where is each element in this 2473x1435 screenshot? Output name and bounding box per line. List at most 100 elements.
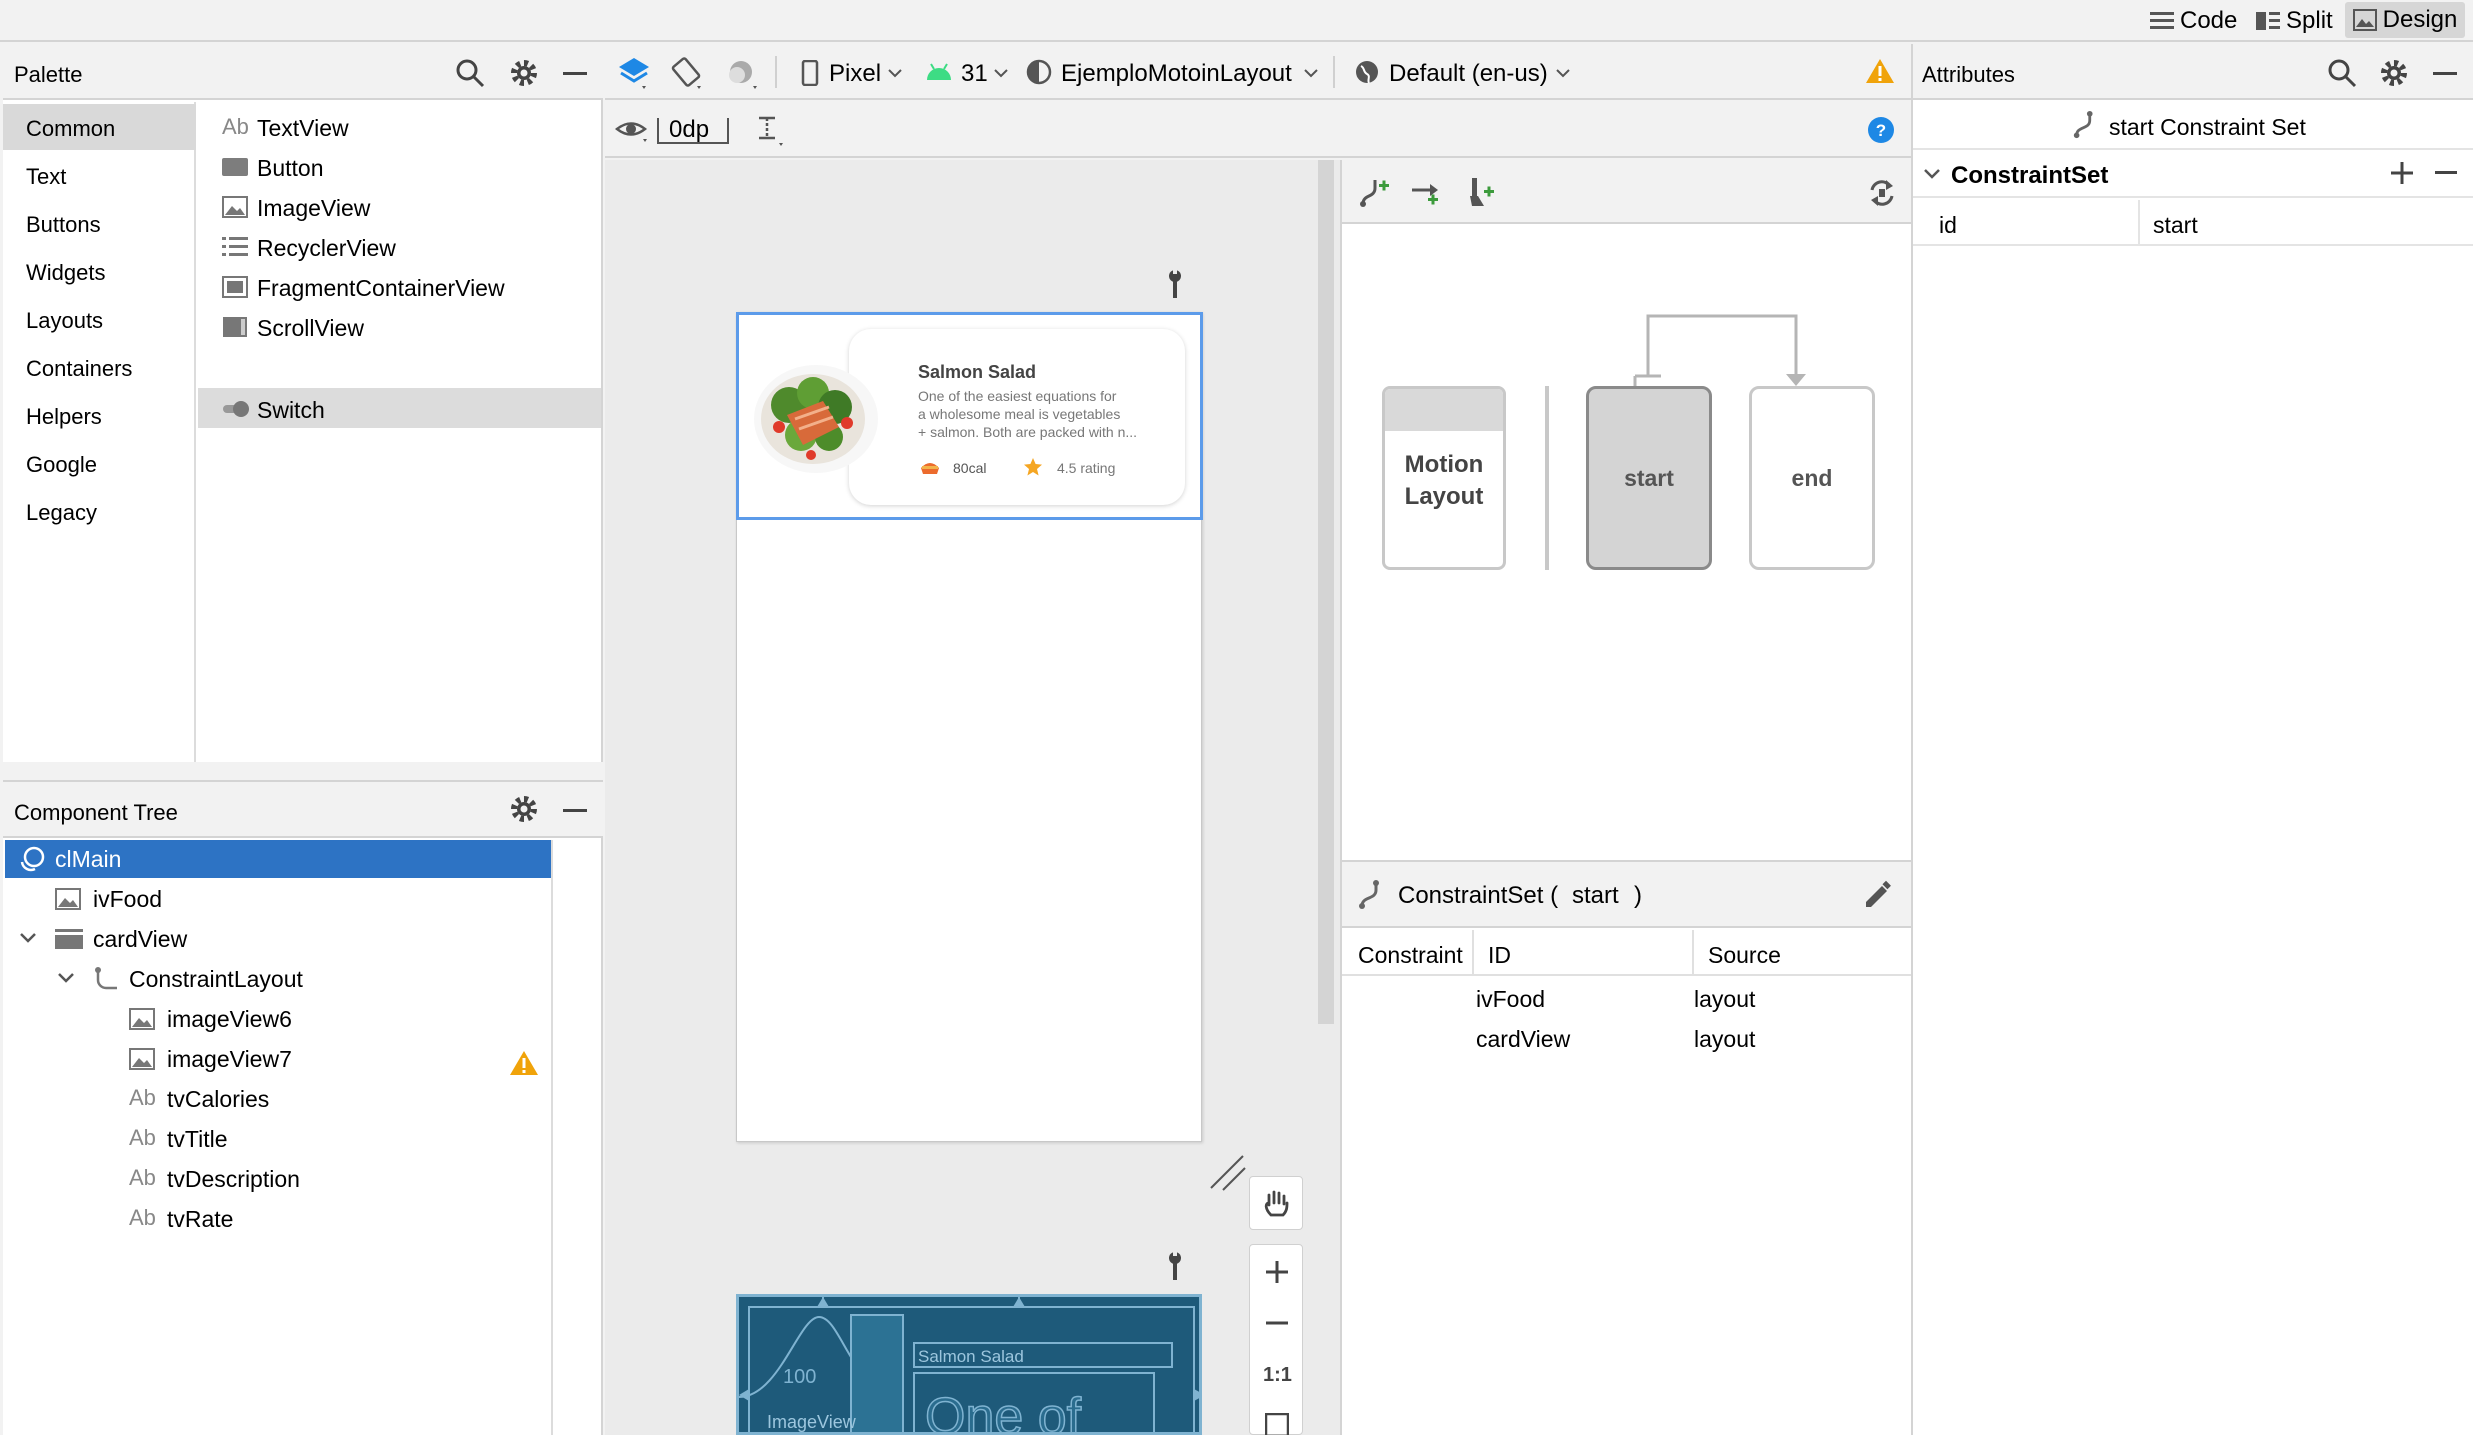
layers-icon[interactable] bbox=[616, 56, 652, 90]
component-tree-panel: Component Tree clMain ivFood cardView Co… bbox=[3, 780, 603, 1435]
locale-dropdown[interactable]: Default (en-us) bbox=[1389, 62, 1548, 86]
create-transition-icon[interactable] bbox=[1410, 176, 1444, 210]
canvas-scrollbar[interactable] bbox=[1318, 160, 1334, 1024]
image-icon bbox=[222, 196, 248, 218]
chevron-down-icon bbox=[1556, 69, 1570, 78]
tree-node-tvdescription[interactable]: Ab tvDescription bbox=[5, 1160, 551, 1198]
split-view-button[interactable]: Split bbox=[2256, 4, 2333, 38]
constraintset-end-node[interactable]: end bbox=[1749, 386, 1875, 570]
palette-item-imageview[interactable]: ImageView bbox=[222, 192, 582, 222]
tree-node-tvtitle[interactable]: Ab tvTitle bbox=[5, 1120, 551, 1158]
tree-node-tvcalories[interactable]: Ab tvCalories bbox=[5, 1080, 551, 1118]
attributes-minimize-icon[interactable] bbox=[2433, 72, 2457, 75]
table-row[interactable]: ivFood layout bbox=[1342, 978, 1913, 1018]
tree-node-tvrate[interactable]: Ab tvRate bbox=[5, 1200, 551, 1238]
design-view-button[interactable]: Design bbox=[2345, 2, 2465, 38]
tree-node-imageview7[interactable]: imageView7 bbox=[5, 1040, 551, 1078]
category-widgets[interactable]: Widgets bbox=[26, 262, 105, 284]
blueprint-preview[interactable]: Salmon Salad 100 ImageView One of bbox=[736, 1294, 1202, 1435]
phone-preview[interactable]: Salmon Salad One of the easiest equation… bbox=[736, 312, 1203, 1142]
palette-search-icon[interactable] bbox=[455, 58, 485, 88]
calories-icon bbox=[921, 463, 939, 474]
resize-handle-icon[interactable] bbox=[1207, 1152, 1247, 1192]
tree-node-cardview[interactable]: cardView bbox=[5, 920, 551, 958]
zoom-fit-icon[interactable] bbox=[1265, 1413, 1289, 1435]
help-icon[interactable]: ? bbox=[1867, 116, 1895, 144]
col-id[interactable]: ID bbox=[1488, 944, 1511, 967]
text-icon: Ab bbox=[129, 1085, 156, 1110]
blueprint-imageview: ImageView bbox=[767, 1412, 856, 1432]
motionlayout-node-line1: Motion bbox=[1404, 451, 1484, 478]
theme-dropdown[interactable]: EjemploMotoinLayout bbox=[1061, 62, 1292, 86]
tree-node-label: tvCalories bbox=[167, 1086, 270, 1112]
palette-item-button[interactable]: Button bbox=[222, 152, 582, 182]
tree-node-clmain[interactable]: clMain bbox=[5, 840, 551, 878]
zoom-actual-size-button[interactable]: 1:1 bbox=[1263, 1365, 1292, 1385]
category-legacy[interactable]: Legacy bbox=[26, 502, 97, 524]
food-image[interactable] bbox=[751, 357, 881, 477]
list-icon bbox=[222, 237, 248, 256]
chevron-down-icon[interactable] bbox=[19, 932, 37, 944]
category-containers[interactable]: Containers bbox=[26, 358, 132, 380]
chevron-down-icon[interactable] bbox=[57, 972, 75, 984]
device-dropdown[interactable]: Pixel bbox=[829, 62, 881, 86]
category-buttons[interactable]: Buttons bbox=[26, 214, 101, 236]
cycle-icon[interactable] bbox=[1866, 176, 1898, 210]
constraintset-start-node[interactable]: start bbox=[1586, 386, 1712, 570]
palette-minimize-icon[interactable] bbox=[563, 72, 587, 75]
tree-minimize-icon[interactable] bbox=[563, 809, 587, 812]
remove-attribute-icon[interactable] bbox=[2435, 171, 2457, 174]
attributes-search-icon[interactable] bbox=[2327, 58, 2357, 88]
attribute-name: id bbox=[1939, 212, 1957, 238]
blueprint-title: Salmon Salad bbox=[918, 1347, 1024, 1366]
tree-node-imageview6[interactable]: imageView6 bbox=[5, 1000, 551, 1038]
tree-node-ivfood[interactable]: ivFood bbox=[5, 880, 551, 918]
default-margin-dropdown[interactable]: 0dp bbox=[669, 118, 709, 142]
attribute-value[interactable]: start bbox=[2153, 214, 2198, 237]
tree-node-label: ivFood bbox=[93, 886, 163, 912]
night-mode-icon[interactable] bbox=[725, 56, 761, 90]
palette-item-scrollview[interactable]: ScrollView bbox=[222, 312, 582, 342]
warning-icon[interactable] bbox=[509, 1050, 539, 1076]
image-icon bbox=[129, 1048, 155, 1070]
wrench-icon[interactable] bbox=[1163, 1250, 1187, 1282]
api-level-dropdown[interactable]: 31 bbox=[961, 62, 988, 86]
create-click-handler-icon[interactable] bbox=[1464, 176, 1498, 210]
constraintset-section[interactable]: ConstraintSet bbox=[1913, 152, 2473, 198]
category-helpers[interactable]: Helpers bbox=[26, 406, 102, 428]
palette-item-recyclerview[interactable]: RecyclerView bbox=[222, 232, 582, 262]
category-text[interactable]: Text bbox=[26, 166, 66, 188]
design-canvas[interactable]: Salmon Salad One of the easiest equation… bbox=[605, 160, 1340, 1435]
eye-icon[interactable] bbox=[615, 118, 651, 144]
table-row[interactable]: cardView layout bbox=[1342, 1018, 1913, 1058]
warning-icon[interactable] bbox=[1865, 58, 1895, 84]
chevron-down-icon bbox=[888, 69, 902, 78]
add-attribute-icon[interactable] bbox=[2391, 162, 2413, 184]
category-google[interactable]: Google bbox=[26, 454, 97, 476]
zoom-out-button[interactable] bbox=[1250, 1297, 1304, 1349]
col-source[interactable]: Source bbox=[1708, 944, 1781, 967]
transition-arrow[interactable] bbox=[1622, 310, 1822, 390]
chevron-down-icon[interactable] bbox=[1923, 168, 1941, 180]
palette-item-fragmentcontainerview[interactable]: FragmentContainerView bbox=[222, 272, 582, 302]
category-common[interactable]: Common bbox=[26, 118, 115, 140]
orientation-icon[interactable] bbox=[669, 56, 705, 90]
edit-pencil-icon[interactable] bbox=[1862, 880, 1892, 910]
palette-item-switch[interactable]: Switch bbox=[222, 394, 582, 424]
col-constraint[interactable]: Constraint bbox=[1358, 944, 1463, 967]
palette-item-textview[interactable]: Ab TextView bbox=[222, 112, 582, 142]
create-constraintset-icon[interactable] bbox=[1357, 176, 1391, 210]
tree-gear-icon[interactable] bbox=[509, 794, 539, 824]
motionlayout-node[interactable]: Motion Layout bbox=[1382, 386, 1506, 570]
category-layouts[interactable]: Layouts bbox=[26, 310, 103, 332]
code-view-button[interactable]: Code bbox=[2150, 4, 2237, 38]
code-icon bbox=[2150, 12, 2174, 29]
attributes-gear-icon[interactable] bbox=[2379, 58, 2409, 88]
wrench-icon[interactable] bbox=[1163, 268, 1187, 300]
tree-node-constraintlayout[interactable]: ConstraintLayout bbox=[5, 960, 551, 998]
pan-button[interactable] bbox=[1249, 1176, 1303, 1230]
guidelines-icon[interactable] bbox=[755, 116, 791, 148]
zoom-in-button[interactable] bbox=[1250, 1245, 1304, 1297]
attribute-row-id[interactable]: id start bbox=[1913, 200, 2473, 246]
palette-gear-icon[interactable] bbox=[509, 58, 539, 88]
